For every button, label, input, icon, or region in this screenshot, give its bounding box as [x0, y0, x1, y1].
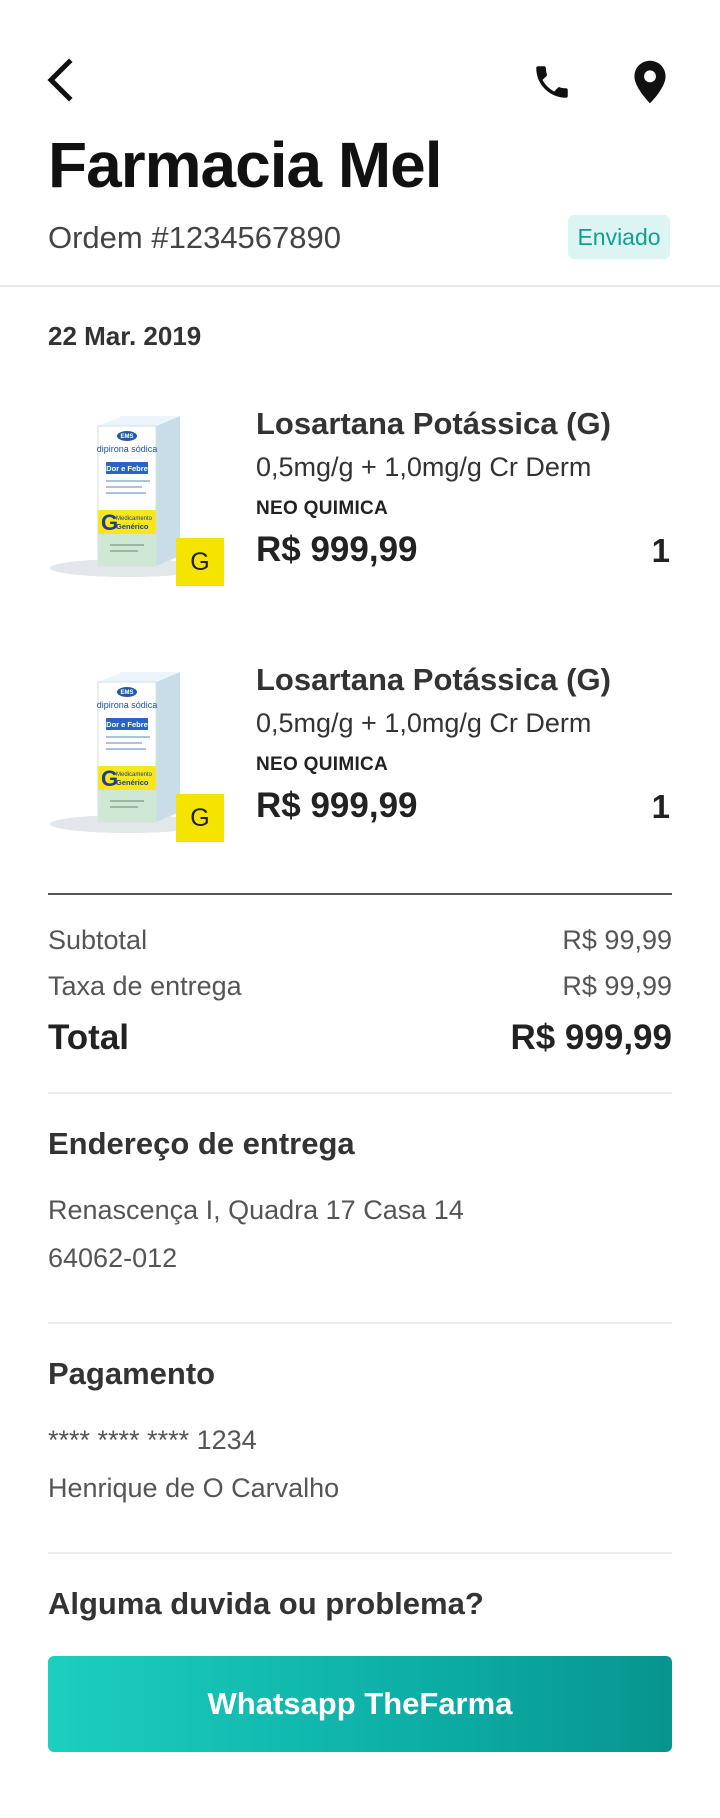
top-bar [0, 0, 720, 130]
subtotal-row: Subtotal R$ 99,99 [48, 925, 672, 956]
total-value: R$ 999,99 [510, 1018, 672, 1057]
delivery-address-title: Endereço de entrega [48, 1126, 355, 1161]
section-divider [48, 1322, 672, 1324]
postal-code: 64062-012 [48, 1243, 178, 1273]
order-item[interactable]: EMS dipirona sódica Dor e Febre G Medica… [0, 400, 720, 610]
store-name: Farmacia Mel [48, 129, 443, 201]
location-button[interactable] [622, 54, 678, 110]
delivery-fee-row: Taxa de entrega R$ 99,99 [48, 971, 672, 1002]
address-line: Renascença I, Quadra 17 Casa 14 [48, 1195, 464, 1225]
total-label: Total [48, 1018, 130, 1057]
item-name: Losartana Potássica (G) [256, 406, 611, 441]
svg-text:EMS: EMS [120, 690, 133, 696]
item-dose: 0,5mg/g + 1,0mg/g Cr Derm [256, 452, 592, 482]
svg-text:EMS: EMS [120, 434, 133, 440]
item-dose: 0,5mg/g + 1,0mg/g Cr Derm [256, 708, 592, 738]
item-quantity: 1 [651, 788, 670, 825]
item-price: R$ 999,99 [256, 786, 418, 825]
whatsapp-button[interactable]: Whatsapp TheFarma [48, 1656, 672, 1752]
card-holder: Henrique de O Carvalho [48, 1473, 340, 1503]
delivery-fee-label: Taxa de entrega [48, 971, 242, 1001]
generic-badge: G [176, 794, 224, 842]
order-item[interactable]: EMS dipirona sódica Dor e Febre G Medica… [0, 656, 720, 866]
svg-text:Genérico: Genérico [116, 522, 149, 531]
subtotal-label: Subtotal [48, 925, 148, 955]
order-date: 22 Mar. 2019 [48, 321, 202, 351]
payment-title: Pagamento [48, 1356, 216, 1391]
call-button[interactable] [524, 54, 580, 110]
whatsapp-button-label: Whatsapp TheFarma [207, 1686, 513, 1721]
item-quantity: 1 [651, 532, 670, 569]
svg-text:dipirona sódica: dipirona sódica [97, 700, 158, 710]
subtotal-value: R$ 99,99 [562, 925, 672, 955]
section-divider [48, 1092, 672, 1094]
items-divider [48, 893, 672, 895]
order-number: Ordem #1234567890 [48, 220, 342, 255]
help-title: Alguma duvida ou problema? [48, 1586, 484, 1621]
svg-text:Dor e Febre: Dor e Febre [106, 464, 148, 473]
item-brand: NEO QUIMICA [256, 498, 389, 519]
header-divider [0, 285, 720, 287]
back-arrow-icon [47, 58, 73, 102]
location-pin-icon [634, 60, 666, 104]
delivery-fee-value: R$ 99,99 [562, 971, 672, 1001]
svg-text:Genérico: Genérico [116, 778, 149, 787]
phone-icon [536, 66, 568, 98]
generic-badge: G [176, 538, 224, 586]
svg-text:dipirona sódica: dipirona sódica [97, 444, 158, 454]
card-number: **** **** **** 1234 [48, 1425, 257, 1455]
item-brand: NEO QUIMICA [256, 754, 389, 775]
total-row: Total R$ 999,99 [48, 1018, 672, 1058]
section-divider [48, 1552, 672, 1554]
status-badge: Enviado [568, 215, 670, 259]
item-name: Losartana Potássica (G) [256, 662, 611, 697]
generic-badge-label: G [190, 803, 210, 832]
svg-text:Dor e Febre: Dor e Febre [106, 720, 148, 729]
back-button[interactable] [40, 52, 80, 108]
generic-badge-label: G [190, 547, 210, 576]
item-price: R$ 999,99 [256, 530, 418, 569]
